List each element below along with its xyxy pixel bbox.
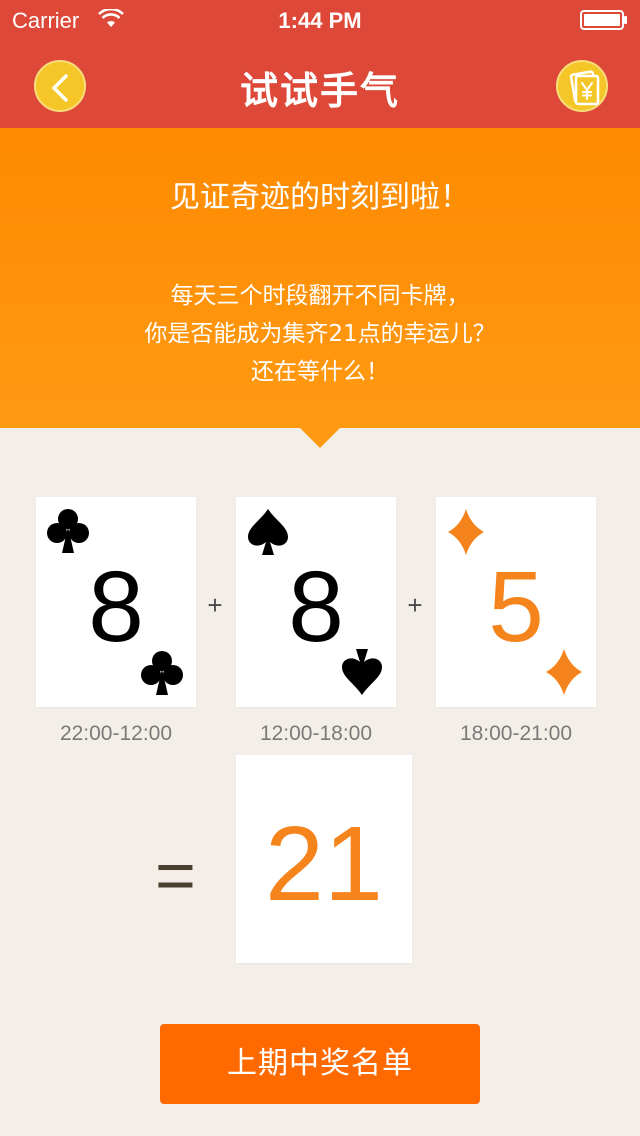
card-value: 8 <box>88 551 144 663</box>
plus-sign: + <box>407 590 423 620</box>
battery-icon <box>580 10 627 30</box>
banner-headline: 见证奇迹的时刻到啦！ <box>170 180 470 215</box>
diamond-icon <box>448 509 484 555</box>
card-value: 5 <box>488 551 544 663</box>
equals-sign: = <box>155 836 196 914</box>
card-evening[interactable]: 5 <box>436 497 596 707</box>
spade-icon <box>342 649 382 695</box>
card-time: 22:00-12:00 <box>59 722 173 745</box>
winners-list-button[interactable]: 上期中奖名单 <box>160 1024 480 1104</box>
yen-card-icon <box>569 70 600 106</box>
card-morning[interactable]: 8 <box>36 497 196 707</box>
plus-sign: + <box>207 590 223 620</box>
status-time: 1:44 PM <box>278 8 362 33</box>
nav-bar: 试试手气 <box>0 40 640 128</box>
card-time: 12:00-18:00 <box>259 722 373 745</box>
card-time: 18:00-21:00 <box>459 722 573 745</box>
page-title: 试试手气 <box>239 69 400 113</box>
intro-banner: 见证奇迹的时刻到啦！ 每天三个时段翻开不同卡牌， 你是否能成为集齐21点的幸运儿… <box>0 128 640 428</box>
spade-icon <box>248 509 288 555</box>
wallet-button[interactable] <box>556 60 608 112</box>
banner-line: 你是否能成为集齐21点的幸运儿？ <box>144 321 496 347</box>
banner-pointer <box>298 426 342 448</box>
club-icon <box>47 509 89 553</box>
status-bar: Carrier 1:44 PM <box>0 0 640 40</box>
club-icon <box>141 651 183 695</box>
card-value: 8 <box>288 551 344 663</box>
banner-line: 还在等什么！ <box>251 359 389 385</box>
diamond-icon <box>546 649 582 695</box>
result-value: 21 <box>265 805 383 923</box>
result-card: 21 <box>236 755 412 963</box>
card-afternoon[interactable]: 8 <box>236 497 396 707</box>
banner-line: 每天三个时段翻开不同卡牌， <box>170 283 470 309</box>
